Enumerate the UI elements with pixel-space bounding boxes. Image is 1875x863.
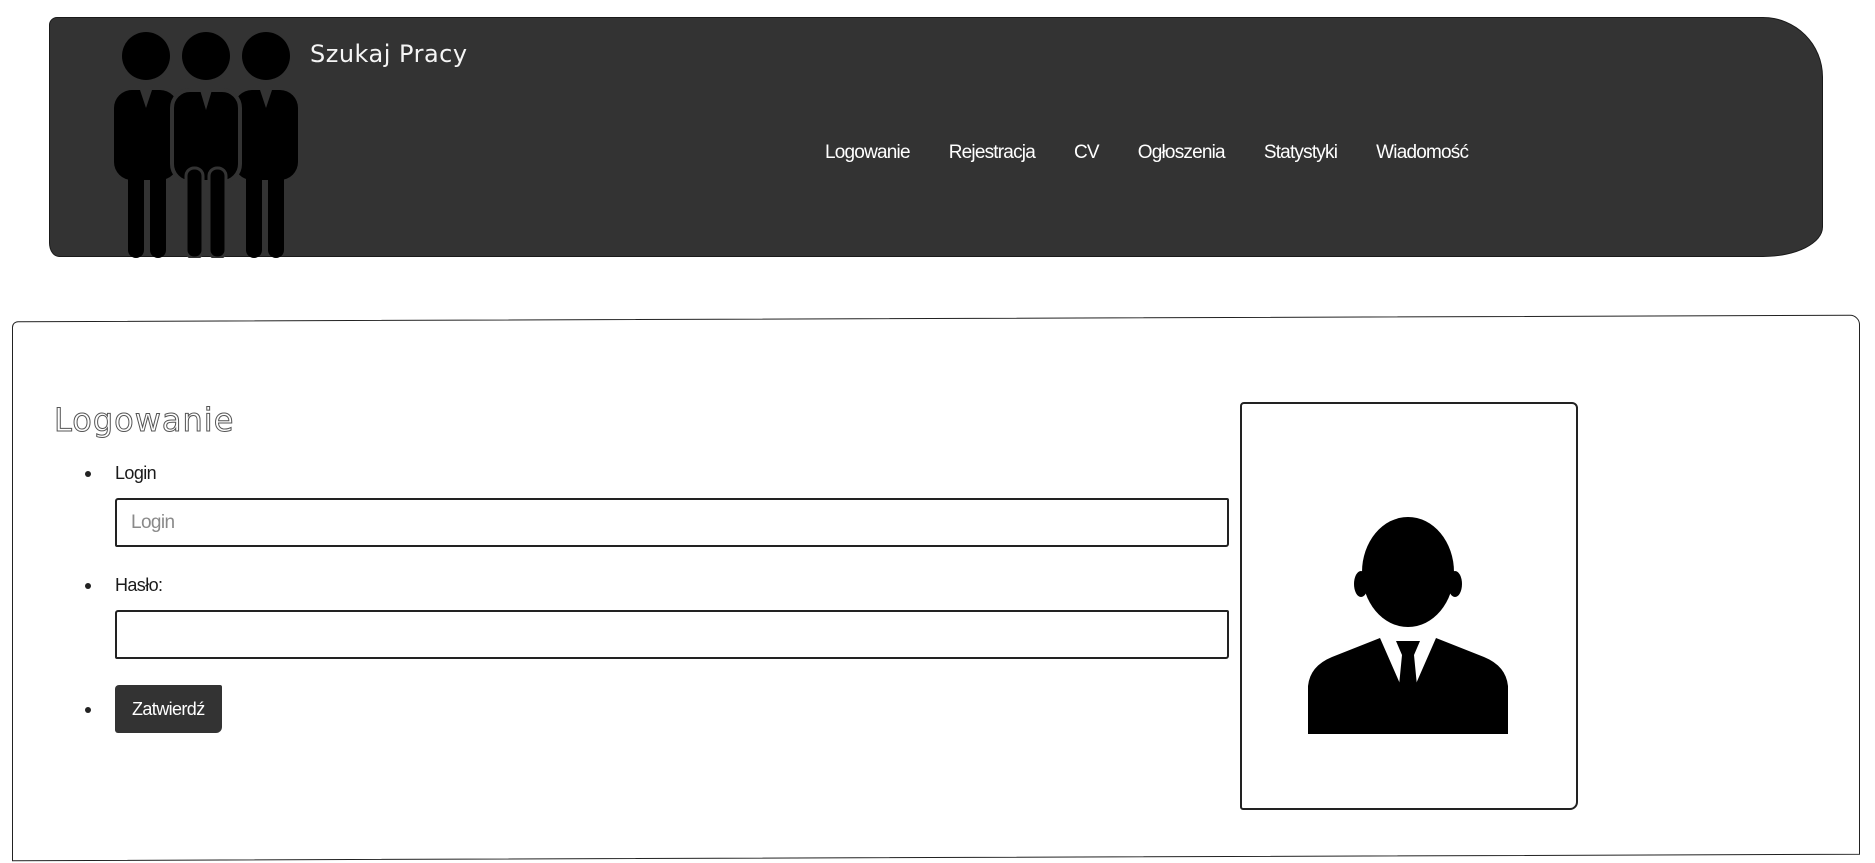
submit-button[interactable]: Zatwierdź <box>115 685 222 733</box>
login-field-item: Login <box>83 459 1243 571</box>
avatar-frame <box>1240 402 1578 810</box>
login-input[interactable] <box>115 498 1229 547</box>
login-form: Login Hasło: Zatwierdź <box>83 459 1243 733</box>
people-group-icon <box>114 32 298 258</box>
site-header: Szukaj Pracy Logowanie Rejestracja CV Og… <box>49 17 1823 258</box>
site-title[interactable]: Szukaj Pracy <box>310 40 468 68</box>
nav-item-cv[interactable]: CV <box>1074 142 1100 164</box>
nav-item-wiadomosc[interactable]: Wiadomość <box>1376 142 1469 164</box>
main-nav: Logowanie Rejestracja CV Ogłoszenia Stat… <box>825 142 1507 164</box>
login-label: Login <box>115 463 157 483</box>
submit-item: Zatwierdź <box>83 685 1243 733</box>
user-avatar-icon <box>1308 517 1508 734</box>
password-input[interactable] <box>115 610 1229 659</box>
login-panel: Logowanie Login Hasło: Zatwierdź <box>12 314 1860 862</box>
nav-item-rejestracja[interactable]: Rejestracja <box>949 142 1036 164</box>
password-field-item: Hasło: <box>83 571 1243 679</box>
nav-item-statystyki[interactable]: Statystyki <box>1264 142 1338 164</box>
password-label: Hasło: <box>115 575 163 595</box>
nav-item-logowanie[interactable]: Logowanie <box>825 142 911 164</box>
nav-item-ogloszenia[interactable]: Ogłoszenia <box>1138 142 1226 164</box>
page-title: Logowanie <box>54 401 235 440</box>
